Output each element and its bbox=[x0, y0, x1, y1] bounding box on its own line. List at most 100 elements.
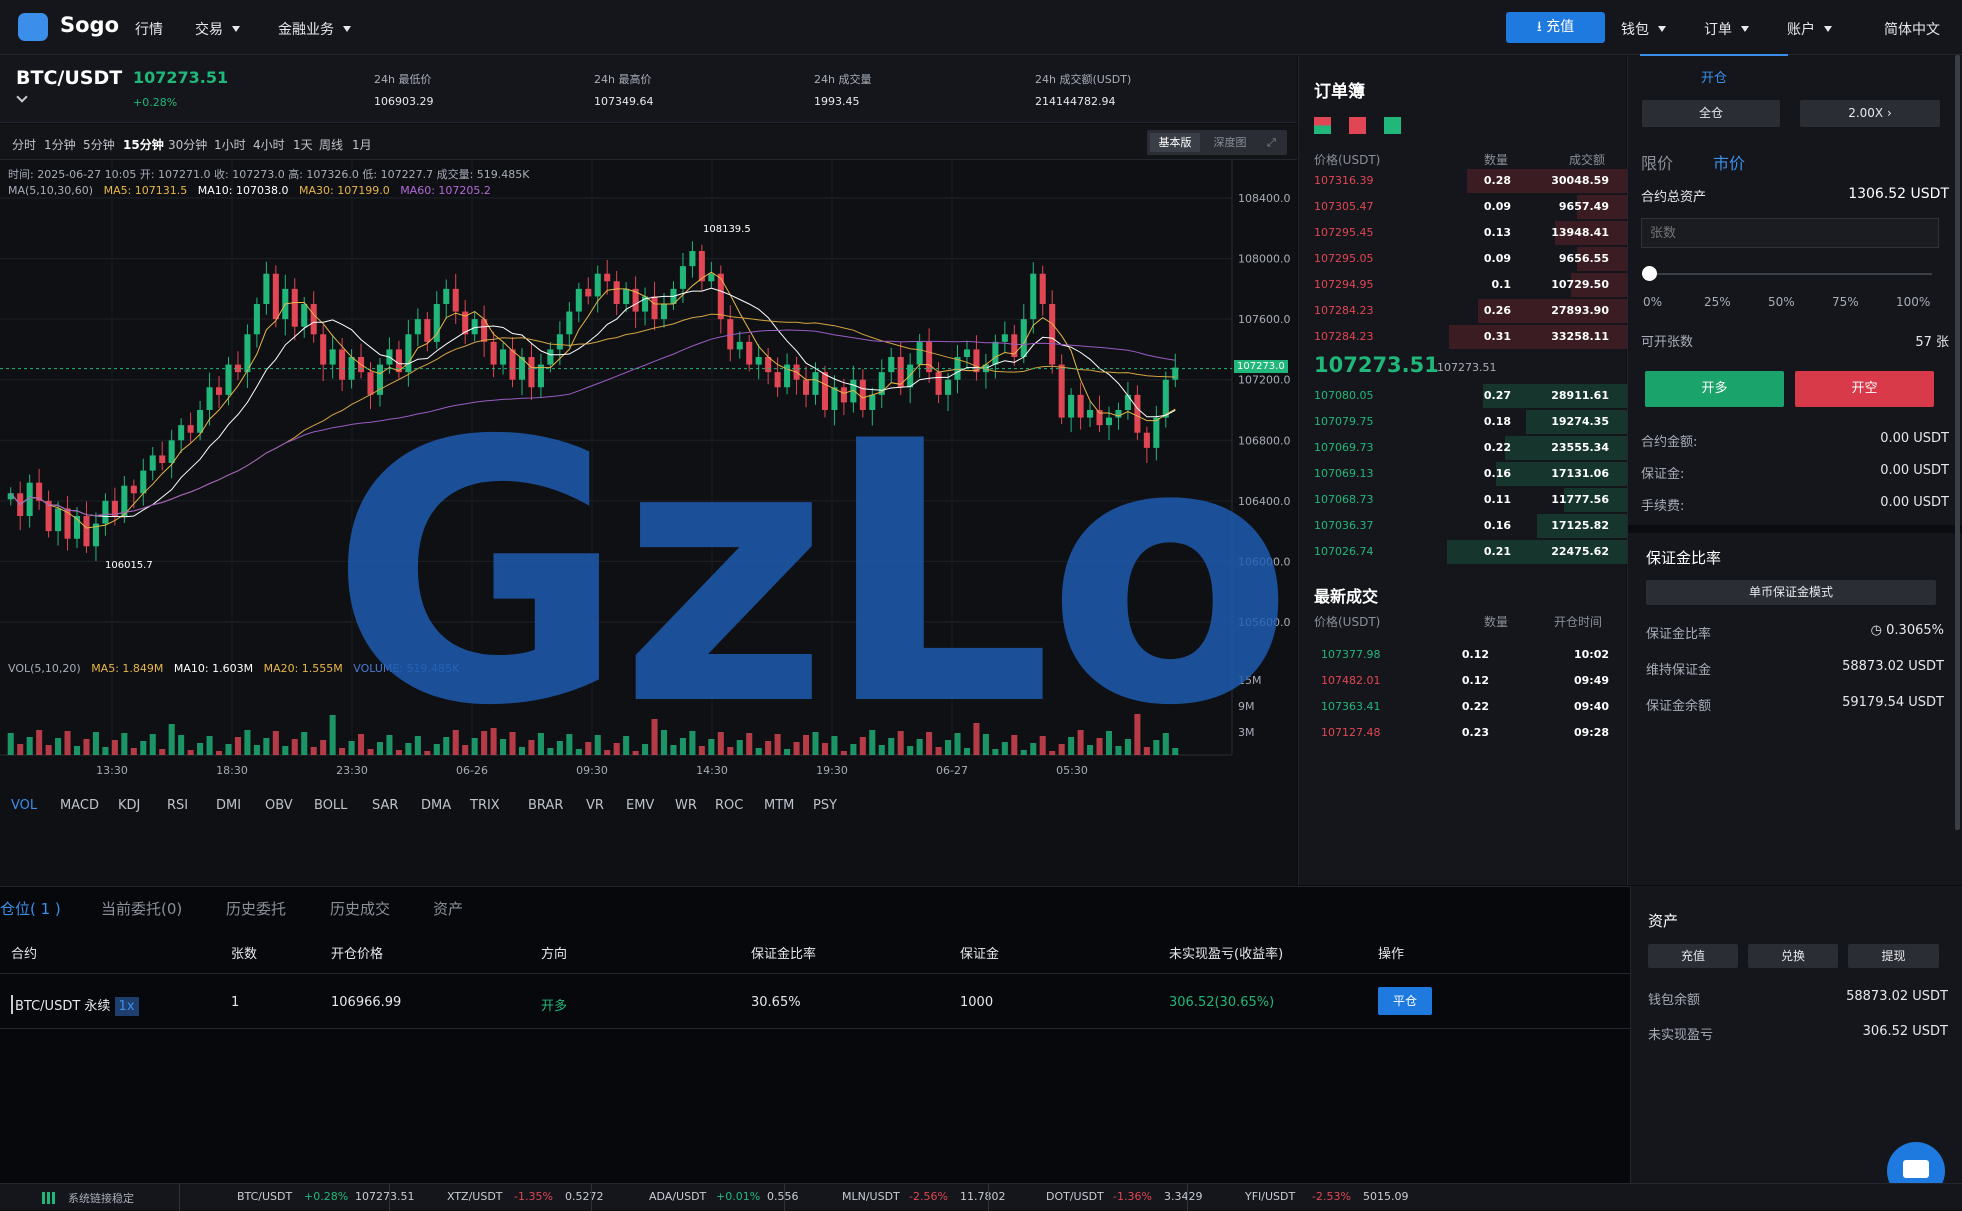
book-price[interactable]: 107036.37 bbox=[1314, 519, 1374, 532]
recharge-button[interactable]: ⭳ 充值 bbox=[1506, 12, 1605, 43]
slider-handle[interactable] bbox=[1642, 266, 1657, 281]
tf-option[interactable]: 5分钟 bbox=[83, 136, 115, 153]
indicator-tab[interactable]: VR bbox=[586, 798, 604, 813]
close-position-button[interactable]: 平仓 bbox=[1378, 987, 1432, 1015]
slider-mark[interactable]: 50% bbox=[1768, 295, 1795, 309]
margin-mode-button[interactable]: 全仓 bbox=[1642, 100, 1780, 127]
positions-tab[interactable]: 资产 bbox=[433, 898, 463, 919]
positions-tab[interactable]: 当前委托(0) bbox=[101, 898, 182, 919]
indicator-tab[interactable]: SAR bbox=[372, 798, 398, 813]
book-price[interactable]: 107316.39 bbox=[1314, 174, 1374, 187]
footer-ticker-symbol[interactable]: YFI/USDT bbox=[1245, 1190, 1295, 1203]
nav-orders[interactable]: 订单 bbox=[1704, 19, 1749, 39]
slider-mark[interactable]: 75% bbox=[1832, 295, 1859, 309]
book-bids-icon[interactable] bbox=[1384, 117, 1401, 134]
slider-track[interactable] bbox=[1650, 273, 1932, 275]
slider-mark[interactable]: 100% bbox=[1896, 295, 1930, 309]
indicator-tab[interactable]: DMI bbox=[216, 798, 241, 813]
indicator-tab[interactable]: WR bbox=[675, 798, 697, 813]
candle-body bbox=[1162, 379, 1169, 418]
leverage-button[interactable]: 2.00X › bbox=[1800, 100, 1940, 127]
position-contract[interactable]: BTC/USDT 永续 1x bbox=[11, 995, 139, 1016]
indicator-tab[interactable]: ROC bbox=[715, 798, 743, 813]
kline-chart[interactable]: 108400.0 108000.0 107600.0 107200.0 106800.0… bbox=[0, 160, 1297, 890]
asset-recharge-button[interactable]: 充值 bbox=[1648, 944, 1738, 968]
chart-canvas[interactable]: 108400.0 108000.0 107600.0 107200.0 106800.0… bbox=[0, 160, 1297, 890]
indicator-tab[interactable]: TRIX bbox=[470, 798, 500, 813]
positions-tab[interactable]: 历史委托 bbox=[226, 898, 286, 919]
nav-trade[interactable]: 交易 bbox=[195, 19, 240, 39]
book-price[interactable]: 107295.45 bbox=[1314, 226, 1374, 239]
book-both-icon[interactable] bbox=[1314, 117, 1331, 134]
book-price[interactable]: 107079.75 bbox=[1314, 415, 1374, 428]
logo-icon[interactable] bbox=[18, 13, 48, 41]
order-type-limit[interactable]: 限价 bbox=[1641, 150, 1673, 174]
book-price[interactable]: 107305.47 bbox=[1314, 200, 1374, 213]
indicator-tab[interactable]: EMV bbox=[626, 798, 654, 813]
order-type-market[interactable]: 市价 bbox=[1713, 150, 1745, 174]
indicator-tab[interactable]: BRAR bbox=[528, 798, 563, 813]
download-icon: ⭳ bbox=[1536, 19, 1547, 35]
tf-option[interactable]: 1小时 bbox=[214, 136, 246, 153]
book-price[interactable]: 107069.73 bbox=[1314, 441, 1374, 454]
slider-mark[interactable]: 25% bbox=[1704, 295, 1731, 309]
nav-finance[interactable]: 金融业务 bbox=[278, 19, 351, 39]
symbol-selector[interactable]: BTC/USDT bbox=[16, 67, 122, 89]
tf-option[interactable]: 周线 bbox=[319, 136, 343, 153]
asset-withdraw-button[interactable]: 提现 bbox=[1848, 944, 1939, 968]
nav-account[interactable]: 账户 bbox=[1787, 19, 1832, 39]
indicator-tab[interactable]: OBV bbox=[265, 798, 293, 813]
tf-option[interactable]: 1月 bbox=[352, 136, 372, 153]
book-price[interactable]: 107068.73 bbox=[1314, 493, 1374, 506]
indicator-tab[interactable]: RSI bbox=[167, 798, 188, 813]
tab-open[interactable]: 开仓 bbox=[1701, 67, 1727, 86]
tf-option[interactable]: 30分钟 bbox=[168, 136, 207, 153]
book-price[interactable]: 107284.23 bbox=[1314, 304, 1374, 317]
book-price[interactable]: 107294.95 bbox=[1314, 278, 1374, 291]
tf-option-active[interactable]: 15分钟 bbox=[123, 136, 164, 153]
scrollbar[interactable] bbox=[1955, 55, 1960, 830]
footer-ticker-symbol[interactable]: ADA/USDT bbox=[649, 1190, 706, 1203]
tf-option[interactable]: 1天 bbox=[293, 136, 313, 153]
indicator-tab[interactable]: BOLL bbox=[314, 798, 347, 813]
book-price[interactable]: 107026.74 bbox=[1314, 545, 1374, 558]
indicator-tab[interactable]: DMA bbox=[421, 798, 451, 813]
nav-wallet[interactable]: 钱包 bbox=[1621, 19, 1666, 39]
margin-mode-toggle[interactable]: 单币保证金模式 bbox=[1646, 580, 1936, 605]
indicator-tab[interactable]: VOL bbox=[11, 798, 37, 813]
book-asks-icon[interactable] bbox=[1349, 117, 1366, 134]
candle-body bbox=[717, 273, 724, 320]
footer-ticker-symbol[interactable]: DOT/USDT bbox=[1046, 1190, 1104, 1203]
nav-market[interactable]: 行情 bbox=[135, 19, 163, 39]
indicator-tab[interactable]: PSY bbox=[813, 798, 837, 813]
asset-exchange-button[interactable]: 兑换 bbox=[1748, 944, 1838, 968]
book-price[interactable]: 107295.05 bbox=[1314, 252, 1374, 265]
slider-mark[interactable]: 0% bbox=[1643, 295, 1662, 309]
expand-icon[interactable]: ⤢ bbox=[1267, 136, 1276, 150]
volume-bar bbox=[859, 737, 866, 755]
candle-body bbox=[102, 500, 109, 524]
quantity-input[interactable] bbox=[1641, 218, 1939, 248]
tf-option[interactable]: 1分钟 bbox=[44, 136, 76, 153]
book-price[interactable]: 107069.13 bbox=[1314, 467, 1374, 480]
chevron-down-icon[interactable] bbox=[16, 91, 28, 103]
footer-ticker-symbol[interactable]: XTZ/USDT bbox=[447, 1190, 503, 1203]
footer-ticker-price: 11.7802 bbox=[960, 1190, 1006, 1203]
book-price[interactable]: 107080.05 bbox=[1314, 389, 1374, 402]
book-price[interactable]: 107284.23 bbox=[1314, 330, 1374, 343]
mode-depth-button[interactable]: 深度图 bbox=[1205, 133, 1255, 152]
mode-basic-button[interactable]: 基本版 bbox=[1150, 133, 1200, 152]
footer-ticker-symbol[interactable]: MLN/USDT bbox=[842, 1190, 900, 1203]
brand-name[interactable]: Sogo bbox=[60, 13, 119, 37]
open-long-button[interactable]: 开多 bbox=[1645, 371, 1784, 407]
language-switch[interactable]: 简体中文 bbox=[1884, 19, 1940, 39]
indicator-tab[interactable]: MACD bbox=[60, 798, 99, 813]
footer-ticker-symbol[interactable]: BTC/USDT bbox=[237, 1190, 292, 1203]
indicator-tab[interactable]: MTM bbox=[764, 798, 794, 813]
indicator-tab[interactable]: KDJ bbox=[118, 798, 140, 813]
open-short-button[interactable]: 开空 bbox=[1795, 371, 1934, 407]
positions-tab[interactable]: 仓位( 1 ) bbox=[0, 898, 61, 919]
positions-tab[interactable]: 历史成交 bbox=[330, 898, 390, 919]
tf-option[interactable]: 分时 bbox=[12, 136, 36, 153]
tf-option[interactable]: 4小时 bbox=[253, 136, 285, 153]
